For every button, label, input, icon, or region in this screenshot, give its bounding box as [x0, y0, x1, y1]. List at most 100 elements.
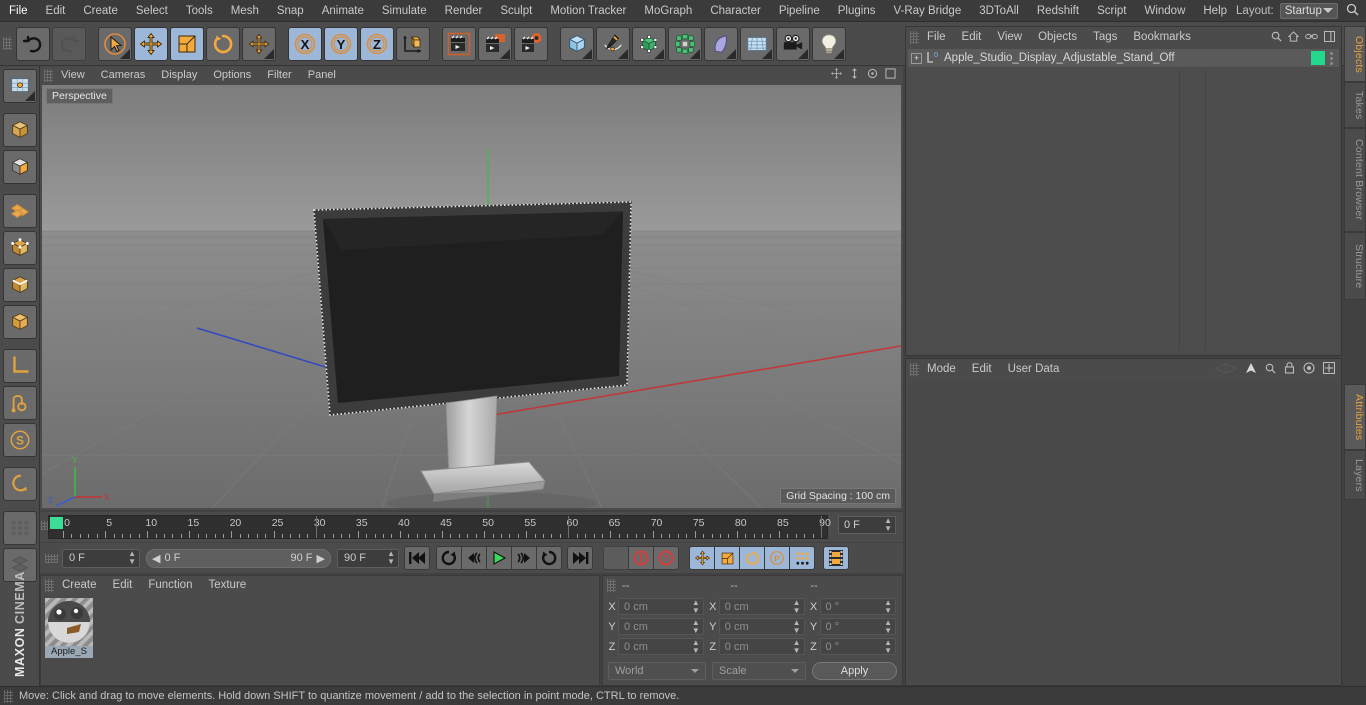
mm-menu-function[interactable]: Function — [140, 576, 200, 595]
arrow-up-icon[interactable] — [1245, 362, 1257, 377]
cube-primitive-button[interactable] — [560, 26, 594, 61]
timeline-frame-field[interactable]: 0 F ▲ ▼ — [838, 516, 896, 534]
mm-menu-create[interactable]: Create — [54, 576, 105, 595]
viewport-menu-view[interactable]: View — [53, 66, 93, 84]
apply-button[interactable]: Apply — [812, 662, 897, 680]
menu-window[interactable]: Window — [1135, 0, 1194, 22]
material-tag-swatch[interactable] — [1311, 51, 1325, 65]
render-settings-button[interactable] — [514, 26, 548, 61]
move-tool-button[interactable] — [134, 26, 168, 61]
step-forward-button[interactable] — [511, 546, 537, 570]
pla-key-button[interactable] — [789, 546, 815, 570]
polygon-mode-button[interactable] — [3, 194, 37, 228]
spinner-icon[interactable]: ▲ ▼ — [692, 618, 703, 635]
menu-snap[interactable]: Snap — [268, 0, 313, 22]
viewport-menu-panel[interactable]: Panel — [300, 66, 344, 84]
size-z-input[interactable]: 0 cm ▲ ▼ — [718, 638, 805, 655]
position-y-input[interactable]: 0 cm ▲ ▼ — [618, 618, 704, 635]
attribute-manager-gripper[interactable] — [910, 363, 919, 376]
spinner-icon[interactable]: ▲ ▼ — [793, 638, 804, 655]
viewport-solo-button[interactable] — [3, 511, 37, 545]
spinner-icon[interactable]: ▲ ▼ — [793, 618, 804, 635]
mm-menu-texture[interactable]: Texture — [200, 576, 254, 595]
object-manager-tree[interactable]: + 0 Apple_Studio_Display_Adjustable_Stan… — [908, 49, 1339, 353]
menu-vray-bridge[interactable]: V-Ray Bridge — [884, 0, 970, 22]
spinner-icon[interactable]: ▲ ▼ — [128, 550, 139, 566]
viewport-menu-options[interactable]: Options — [205, 66, 259, 84]
layout-select[interactable]: Startup — [1279, 2, 1338, 19]
viewport-3d-canvas[interactable]: Perspective Y X Z Grid Spacing: 100 cm — [42, 85, 901, 508]
om-menu-file[interactable]: File — [919, 27, 954, 48]
viewport-gripper[interactable] — [44, 68, 53, 82]
world-object-axis-button[interactable] — [396, 26, 430, 61]
om-menu-objects[interactable]: Objects — [1030, 27, 1085, 48]
menu-sculpt[interactable]: Sculpt — [491, 0, 541, 22]
point-mode-button[interactable] — [3, 231, 37, 265]
spinner-icon[interactable]: ▲ ▼ — [387, 550, 398, 566]
light-button[interactable] — [812, 26, 846, 61]
menu-animate[interactable]: Animate — [313, 0, 373, 22]
list-item[interactable]: Apple_S — [45, 598, 93, 658]
menu-simulate[interactable]: Simulate — [373, 0, 436, 22]
menu-tools[interactable]: Tools — [177, 0, 222, 22]
rotate-tool-button[interactable] — [206, 26, 240, 61]
bend-deformer-button[interactable] — [704, 26, 738, 61]
history-icon[interactable] — [1214, 362, 1238, 377]
menu-file[interactable]: File — [0, 0, 37, 22]
model-mode-button[interactable] — [3, 113, 37, 147]
keyframe-help-button[interactable]: ? — [653, 546, 679, 570]
menu-select[interactable]: Select — [127, 0, 177, 22]
om-menu-edit[interactable]: Edit — [954, 27, 990, 48]
current-frame-marker[interactable] — [50, 517, 63, 529]
record-active-objects-button[interactable] — [603, 546, 629, 570]
spline-pen-button[interactable] — [596, 26, 630, 61]
viewport-menu-cameras[interactable]: Cameras — [93, 66, 154, 84]
size-x-input[interactable]: 0 cm ▲ ▼ — [718, 598, 805, 615]
range-left-arrow-icon[interactable]: ◀ — [152, 552, 160, 565]
rotate-icon[interactable] — [867, 68, 878, 82]
scale-tool-button[interactable] — [170, 26, 204, 61]
x-axis-button[interactable]: X — [288, 26, 322, 61]
autokeying-button[interactable] — [628, 546, 654, 570]
timeline-button[interactable] — [823, 546, 849, 570]
table-row[interactable]: + 0 Apple_Studio_Display_Adjustable_Stan… — [908, 49, 1339, 68]
enable-axis-button[interactable] — [3, 386, 37, 420]
layout-icon[interactable] — [1323, 30, 1336, 45]
rotation-h-input[interactable]: 0 ° ▲ ▼ — [819, 598, 896, 615]
menu-pipeline[interactable]: Pipeline — [770, 0, 829, 22]
loop-back-button[interactable] — [436, 546, 462, 570]
soft-selection-button[interactable]: S — [3, 423, 37, 457]
step-back-button[interactable] — [461, 546, 487, 570]
menu-redshift[interactable]: Redshift — [1028, 0, 1088, 22]
rotation-key-button[interactable] — [739, 546, 765, 570]
position-z-input[interactable]: 0 cm ▲ ▼ — [618, 638, 704, 655]
texture-mode-button[interactable] — [3, 150, 37, 184]
select-tool-button[interactable] — [98, 26, 132, 61]
workplane-button[interactable] — [3, 349, 37, 383]
search-icon[interactable] — [1265, 363, 1276, 377]
layout-icon[interactable] — [1322, 361, 1336, 377]
tab-attributes[interactable]: Attributes — [1344, 384, 1366, 450]
transport-gripper[interactable] — [45, 553, 58, 563]
material-manager-gripper[interactable] — [45, 579, 54, 592]
range-right-arrow-icon[interactable]: ▶ — [317, 552, 325, 565]
tab-layers[interactable]: Layers — [1344, 450, 1366, 500]
current-frame-input[interactable]: 0 F ▲ ▼ — [62, 548, 140, 568]
menu-character[interactable]: Character — [701, 0, 770, 22]
menu-help[interactable]: Help — [1194, 0, 1236, 22]
attribute-manager-content[interactable] — [908, 382, 1339, 683]
zoom-icon[interactable] — [849, 68, 860, 82]
object-manager-gripper[interactable] — [910, 31, 919, 44]
tab-structure[interactable]: Structure — [1344, 232, 1366, 300]
timeline-ruler[interactable]: 0 5 10 15 20 25 30 35 40 45 50 55 60 65 70 75 80 85 90 — [48, 515, 831, 539]
menu-3dtoall[interactable]: 3DToAll — [970, 0, 1028, 22]
menu-plugins[interactable]: Plugins — [829, 0, 885, 22]
render-view-button[interactable] — [442, 26, 476, 61]
position-x-input[interactable]: 0 cm ▲ ▼ — [618, 598, 704, 615]
tab-content-browser[interactable]: Content Browser — [1344, 128, 1366, 232]
spinner-icon[interactable]: ▲ ▼ — [884, 517, 895, 533]
size-y-input[interactable]: 0 cm ▲ ▼ — [718, 618, 805, 635]
array-button[interactable] — [668, 26, 702, 61]
pan-icon[interactable] — [831, 68, 842, 82]
material-list[interactable]: Apple_S — [43, 596, 597, 683]
